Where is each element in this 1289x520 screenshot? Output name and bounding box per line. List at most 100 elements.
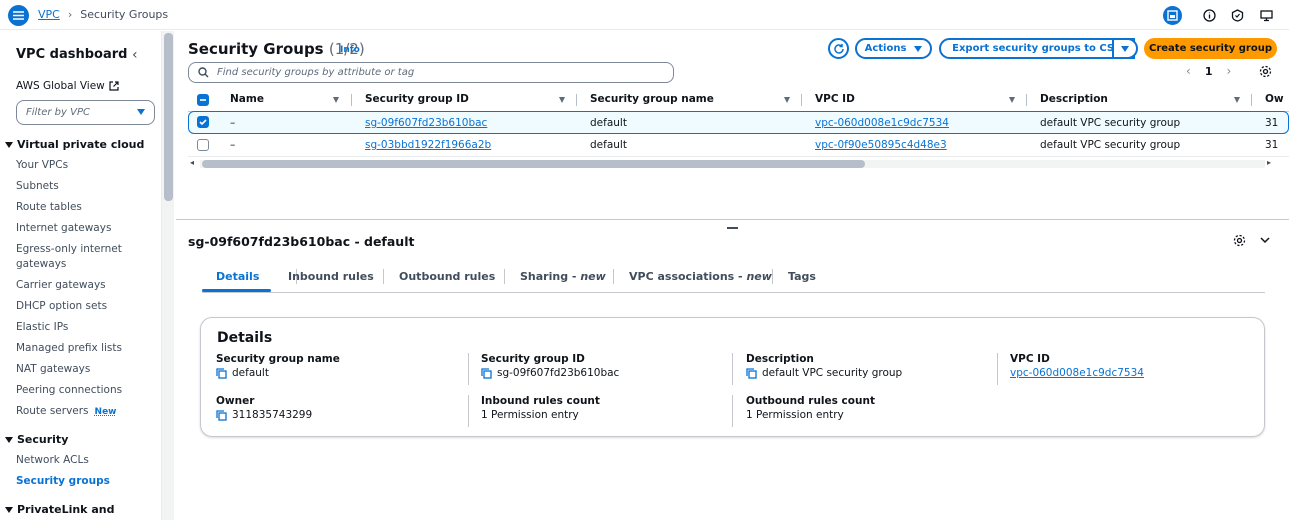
gear-icon[interactable] [1233,234,1246,247]
sidebar-item-network-acls[interactable]: Network ACLs [16,453,89,468]
sidebar-scrollbar-thumb[interactable] [164,33,173,201]
table-header: Name Security group ID Security group na… [188,88,1289,112]
scrollbar-thumb[interactable] [202,160,865,168]
copy-icon[interactable] [481,367,492,379]
menu-icon[interactable] [8,5,29,26]
cell-vpc-id-link[interactable]: vpc-060d008e1c9dc7534 [815,117,949,129]
tab-divider [504,269,505,284]
cell-vpc-id-link[interactable]: vpc-0f90e50895c4d48e3 [815,139,947,151]
sidebar-section-virtual-private-cloud[interactable]: Virtual private cloud [5,138,144,151]
security-shield-icon[interactable] [1228,6,1247,25]
export-dropdown-button[interactable] [1112,38,1138,59]
sort-icon[interactable] [784,97,790,103]
copy-icon[interactable] [216,367,227,379]
select-all-checkbox[interactable] [197,94,209,106]
breadcrumb-vpc-link[interactable]: VPC [38,8,60,21]
sidebar-item-aws-global-view[interactable]: AWS Global View [16,80,119,92]
table-row[interactable]: – sg-09f607fd23b610bac default vpc-060d0… [188,111,1289,134]
chevron-left-icon[interactable]: ‹ [1186,64,1191,78]
gear-icon[interactable] [1259,65,1272,78]
cell-sg-id-link[interactable]: sg-09f607fd23b610bac [365,117,487,129]
tab-inbound-rules[interactable]: Inbound rules [288,270,374,283]
scroll-left-icon[interactable]: ◂ [190,158,194,167]
column-divider[interactable] [1251,94,1252,106]
cell-sg-id-link[interactable]: sg-03bbd1922f1966a2b [365,139,491,151]
pagination: ‹ 1 › [1186,64,1231,78]
column-divider[interactable] [1026,94,1027,106]
sidebar-section-security[interactable]: Security [5,433,68,446]
column-header-owner[interactable]: Ow [1265,93,1284,105]
column-header-name[interactable]: Name [230,93,264,105]
info-icon[interactable] [1200,6,1219,25]
table-horizontal-scrollbar[interactable]: ◂ ▸ [188,158,1277,170]
copy-icon[interactable] [746,367,757,379]
refresh-button[interactable] [828,38,849,59]
row-checkbox[interactable] [197,139,209,151]
vpc-id-link[interactable]: vpc-060d008e1c9dc7534 [1010,367,1144,379]
sidebar-title[interactable]: VPC dashboard [16,47,127,62]
export-csv-button[interactable]: Export security groups to CSV [939,38,1135,59]
tab-vpc-associations[interactable]: VPC associations - new [629,270,772,283]
cell-owner: 31 [1265,139,1279,151]
sidebar-item-peering-connections[interactable]: Peering connections [16,383,122,398]
sidebar-item-subnets[interactable]: Subnets [16,179,59,194]
column-divider[interactable] [351,94,352,106]
sidebar-item-egress-only-internet-gateways[interactable]: Egress-only internet gateways [16,242,126,272]
sidebar-item-nat-gateways[interactable]: NAT gateways [16,362,90,377]
column-header-sg-id[interactable]: Security group ID [365,93,469,105]
cell-description: default VPC security group [1040,117,1181,129]
card-title: Details [217,330,273,346]
sidebar-item-managed-prefix-lists[interactable]: Managed prefix lists [16,341,122,356]
sidebar-item-carrier-gateways[interactable]: Carrier gateways [16,278,106,293]
scroll-right-icon[interactable]: ▸ [1267,158,1271,167]
sort-icon[interactable] [333,97,339,103]
actions-button[interactable]: Actions [855,38,932,59]
current-page[interactable]: 1 [1205,65,1213,78]
chevron-left-icon[interactable]: ‹ [132,47,138,63]
tab-details[interactable]: Details [216,270,259,283]
sort-icon[interactable] [1009,97,1015,103]
tab-outbound-rules[interactable]: Outbound rules [399,270,495,283]
page-title-text: Security Groups [188,40,324,58]
table-row[interactable]: – sg-03bbd1922f1966a2b default vpc-0f90e… [188,134,1289,157]
column-header-sg-name[interactable]: Security group name [590,93,714,105]
detail-tabs: Details Inbound rules Outbound rules Sha… [202,264,1265,293]
info-link[interactable]: Info [340,45,360,55]
tab-tags[interactable]: Tags [788,270,816,283]
search-input[interactable]: Find security groups by attribute or tag [188,62,674,83]
column-divider [468,395,469,427]
tab-label: VPC associations - [629,270,747,283]
column-header-description[interactable]: Description [1040,93,1108,105]
sidebar-item-elastic-ips[interactable]: Elastic IPs [16,320,68,335]
field-label: Security group name [216,353,340,365]
column-divider[interactable] [576,94,577,106]
sidebar-item-route-servers[interactable]: Route servers New [16,404,116,420]
caret-down-icon [5,436,13,443]
caret-down-icon [137,109,145,115]
refresh-icon [833,43,844,54]
chevron-right-icon[interactable]: › [1226,64,1231,78]
sidebar-item-security-groups[interactable]: Security groups [16,474,110,489]
sidebar-item-dhcp-option-sets[interactable]: DHCP option sets [16,299,107,314]
drag-handle-icon[interactable] [727,227,738,229]
sidebar-item-route-tables[interactable]: Route tables [16,200,82,215]
sidebar-item-internet-gateways[interactable]: Internet gateways [16,221,111,236]
chevron-down-icon[interactable] [1259,235,1271,245]
column-header-vpc-id[interactable]: VPC ID [815,93,855,105]
sidebar-scrollbar[interactable] [161,31,174,520]
display-settings-icon[interactable] [1257,6,1276,25]
sidebar-section-privatelink[interactable]: PrivateLink and [5,503,114,516]
notifications-panel-icon[interactable] [1163,6,1182,25]
sort-icon[interactable] [1234,97,1240,103]
tab-new-suffix: new [580,270,606,283]
column-divider[interactable] [801,94,802,106]
row-checkbox[interactable] [197,116,209,128]
caret-down-icon [5,141,13,148]
sort-icon[interactable] [559,97,565,103]
sidebar-item-your-vpcs[interactable]: Your VPCs [16,158,68,173]
copy-icon[interactable] [216,409,227,421]
create-security-group-button[interactable]: Create security group [1144,38,1277,59]
split-panel-divider[interactable] [176,219,1289,220]
tab-sharing[interactable]: Sharing - new [520,270,606,283]
vpc-filter-select[interactable]: Filter by VPC [16,100,155,125]
